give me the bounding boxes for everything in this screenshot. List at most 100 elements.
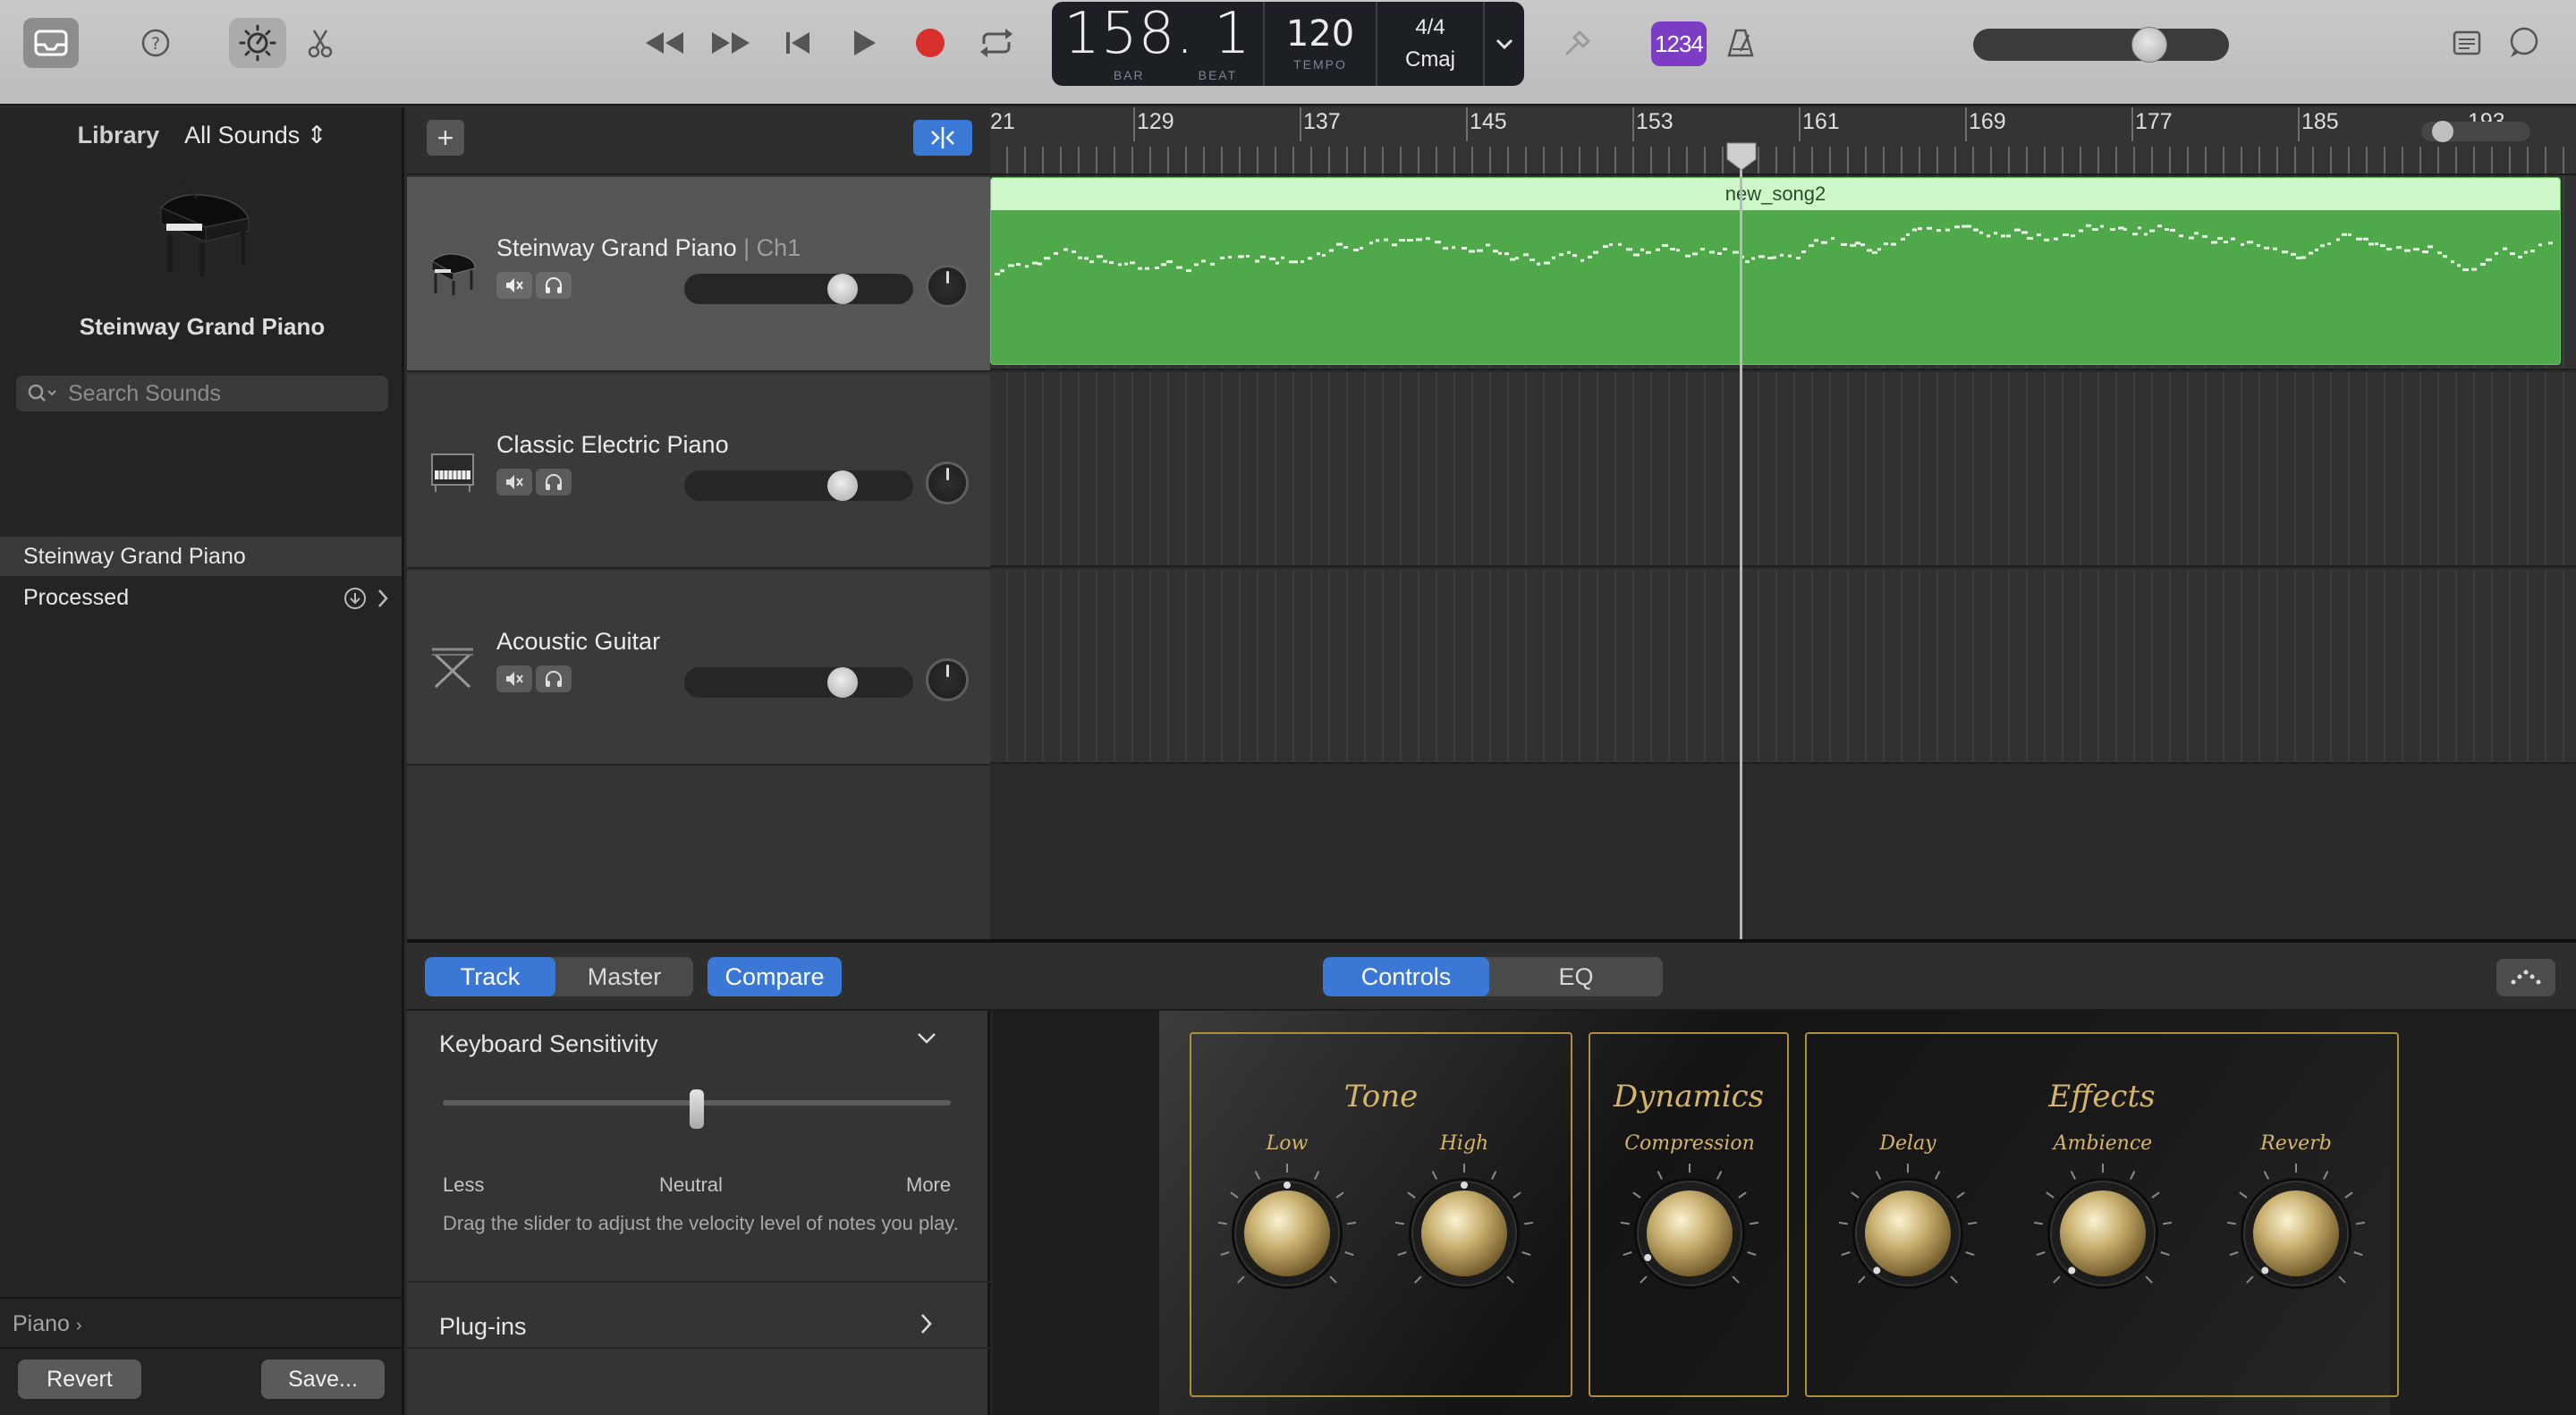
lcd-menu-button[interactable] xyxy=(1485,2,1524,86)
midi-note xyxy=(2336,238,2340,241)
knob-delay[interactable]: Delay xyxy=(1832,1132,1984,1311)
playhead[interactable] xyxy=(1740,143,1742,939)
playhead-handle[interactable] xyxy=(1724,141,1759,172)
search-field[interactable] xyxy=(16,376,388,411)
knob-label: High xyxy=(1439,1132,1489,1155)
midi-note xyxy=(2356,237,2362,241)
lcd-signature-key[interactable]: 4/4 Cmaj xyxy=(1377,2,1485,86)
tone-title: Tone xyxy=(1343,1079,1419,1114)
knob-reverb[interactable]: Reverb xyxy=(2220,1132,2372,1311)
lcd-tempo[interactable]: 120 TEMPO xyxy=(1265,2,1377,86)
grand-piano-icon xyxy=(159,174,250,277)
revert-button[interactable]: Revert xyxy=(18,1360,141,1399)
zoom-slider[interactable] xyxy=(2421,121,2530,142)
chevron-right-icon[interactable] xyxy=(376,587,390,610)
library-filter-dropdown[interactable]: All Sounds ⇕ xyxy=(184,122,326,148)
library-path-breadcrumb[interactable]: Piano › xyxy=(13,1311,82,1337)
knob-low[interactable]: Low xyxy=(1211,1132,1363,1311)
solo-button[interactable] xyxy=(536,665,572,692)
tab-eq[interactable]: EQ xyxy=(1489,957,1663,996)
metronome-button[interactable] xyxy=(1721,23,1760,63)
smart-controls-button[interactable] xyxy=(229,18,286,68)
download-icon[interactable] xyxy=(343,587,367,610)
mute-button[interactable] xyxy=(496,469,532,496)
tab-controls[interactable]: Controls xyxy=(1323,957,1489,996)
midi-note xyxy=(1032,261,1038,265)
track-header-steinway[interactable]: Steinway Grand Piano | Ch1 xyxy=(407,177,990,372)
midi-notes xyxy=(995,224,2553,275)
gold-knob-icon[interactable] xyxy=(1832,1157,1984,1309)
plugins-section-title[interactable]: Plug-ins xyxy=(439,1313,527,1341)
chevron-right-icon[interactable] xyxy=(919,1311,935,1336)
mute-button[interactable] xyxy=(496,272,532,299)
go-to-beginning-button[interactable] xyxy=(778,23,818,63)
volume-thumb[interactable] xyxy=(827,274,858,304)
editors-button[interactable] xyxy=(301,23,340,63)
gold-knob-icon[interactable] xyxy=(2027,1157,2179,1309)
play-button[interactable] xyxy=(844,23,884,63)
save-button[interactable]: Save... xyxy=(261,1360,385,1399)
divider xyxy=(407,1347,990,1349)
midi-note xyxy=(1289,260,1295,264)
lcd-position[interactable]: 158. 1 BAR BEAT xyxy=(1052,2,1265,86)
tab-master[interactable]: Master xyxy=(555,957,693,996)
midi-note xyxy=(1767,257,1773,259)
knob-ambience[interactable]: Ambience xyxy=(2027,1132,2179,1311)
track-volume-slider[interactable] xyxy=(684,274,913,304)
catch-playhead-button[interactable] xyxy=(913,120,972,156)
library-title: Library xyxy=(77,122,160,148)
pan-knob[interactable] xyxy=(926,462,969,504)
scissors-icon xyxy=(308,30,333,58)
search-input[interactable] xyxy=(68,380,372,407)
help-button[interactable]: ? xyxy=(136,23,175,63)
tuner-button[interactable] xyxy=(1558,23,1597,63)
midi-note xyxy=(2217,237,2223,240)
add-track-button[interactable]: + xyxy=(427,120,464,156)
solo-button[interactable] xyxy=(536,469,572,496)
track-header-electric-piano[interactable]: Classic Electric Piano xyxy=(407,374,990,569)
gold-knob-icon[interactable] xyxy=(1614,1157,1766,1309)
master-volume-thumb[interactable] xyxy=(2131,27,2168,63)
midi-note xyxy=(1493,250,1498,253)
inspector-toggle-button[interactable] xyxy=(2496,959,2555,996)
track-volume-slider[interactable] xyxy=(684,667,913,698)
mute-button[interactable] xyxy=(496,665,532,692)
record-button[interactable] xyxy=(911,23,950,63)
notepad-button[interactable] xyxy=(2447,23,2487,63)
cycle-button[interactable] xyxy=(975,23,1018,63)
track-header-acoustic-guitar[interactable]: Acoustic Guitar xyxy=(407,571,990,766)
bar-ruler[interactable]: 21 129 137 145 153 161 169 177 185 193 xyxy=(990,107,2576,175)
loop-browser-button[interactable] xyxy=(2504,23,2544,63)
volume-thumb[interactable] xyxy=(827,470,858,501)
chevron-down-icon[interactable] xyxy=(915,1030,938,1046)
midi-note xyxy=(2241,242,2244,246)
gold-knob-icon[interactable] xyxy=(1388,1157,1540,1309)
track-volume-slider[interactable] xyxy=(684,470,913,501)
track-lane-acoustic-guitar[interactable] xyxy=(990,569,2576,764)
gold-knob-icon[interactable] xyxy=(2220,1157,2372,1309)
midi-note xyxy=(1407,239,1413,241)
arrange-area[interactable]: 21 129 137 145 153 161 169 177 185 193 n… xyxy=(990,107,2576,939)
knob-compression[interactable]: Compression xyxy=(1614,1132,1766,1311)
fast-forward-button[interactable] xyxy=(708,23,755,63)
midi-note xyxy=(1685,254,1690,258)
library-item-steinway[interactable]: Steinway Grand Piano xyxy=(0,537,402,576)
library-item-processed[interactable]: Processed xyxy=(0,578,402,617)
dynamics-title: Dynamics xyxy=(1613,1079,1765,1114)
compare-button[interactable]: Compare xyxy=(708,957,842,996)
keyboard-sensitivity-thumb[interactable] xyxy=(690,1089,704,1129)
midi-region[interactable]: new_song2 xyxy=(990,177,2561,365)
count-in-button[interactable]: 1234 xyxy=(1651,21,1707,66)
library-toggle-button[interactable] xyxy=(23,18,79,68)
pan-knob[interactable] xyxy=(926,658,969,701)
rewind-button[interactable] xyxy=(640,23,687,63)
tab-track[interactable]: Track xyxy=(425,957,555,996)
gold-knob-icon[interactable] xyxy=(1211,1157,1363,1309)
volume-thumb[interactable] xyxy=(827,667,858,698)
lcd-display[interactable]: 158. 1 BAR BEAT 120 TEMPO 4/4 Cmaj xyxy=(1052,2,1524,86)
pan-knob[interactable] xyxy=(926,265,969,308)
knob-high[interactable]: High xyxy=(1388,1132,1540,1311)
solo-button[interactable] xyxy=(536,272,572,299)
track-lane-electric-piano[interactable] xyxy=(990,372,2576,567)
master-volume-slider[interactable] xyxy=(1973,27,2229,63)
